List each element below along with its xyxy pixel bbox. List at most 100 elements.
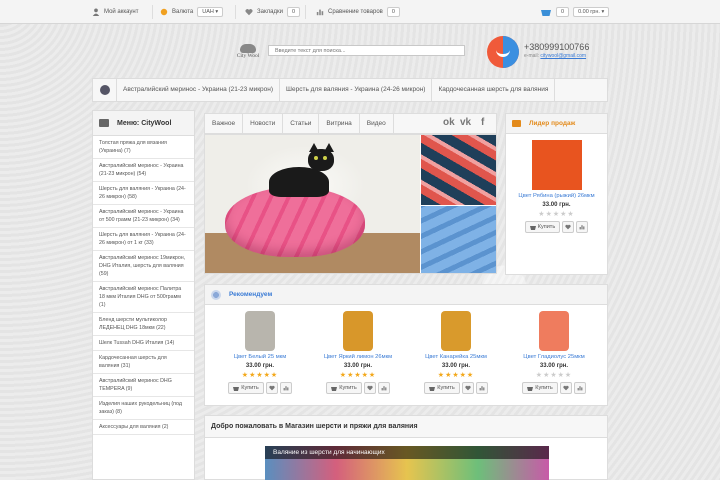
wishlist-button[interactable] — [363, 382, 376, 394]
product-price: 33.00 грн. — [343, 363, 373, 369]
bookmarks-label: Закладки — [257, 9, 283, 15]
product-image[interactable] — [531, 140, 582, 190]
tab-video[interactable]: Видео — [360, 114, 394, 133]
sidebar-item[interactable]: Австралийский меринос - Украина (21-23 м… — [93, 159, 194, 182]
buy-button[interactable]: Купить — [228, 382, 264, 394]
video-title: Валяние из шерсти для начинающих — [265, 446, 549, 459]
chart-icon — [579, 225, 585, 230]
knit-basket-shape — [225, 187, 365, 257]
category-link[interactable]: Кардочесанная шерсть для валяния — [432, 79, 556, 101]
compare-button[interactable] — [279, 382, 292, 394]
buy-button[interactable]: Купить — [524, 221, 561, 233]
email-line: e-mail: citywool@gmail.com — [524, 53, 586, 59]
currency-selector[interactable]: Валюта UAH ▾ — [160, 6, 224, 18]
compare-button[interactable] — [377, 382, 390, 394]
facebook-icon[interactable]: f — [481, 117, 484, 128]
cart-count: 0 — [556, 7, 570, 17]
compare-button[interactable] — [573, 382, 586, 394]
tab-showcase[interactable]: Витрина — [319, 114, 360, 133]
sidebar-item[interactable]: Шерсть для валяния - Украина (24-26 микр… — [93, 182, 194, 205]
image-slider[interactable] — [204, 134, 497, 274]
logo-text: City Wool — [236, 53, 260, 59]
category-link[interactable]: Шерсть для валяния - Украина (24-26 микр… — [280, 79, 433, 101]
product-name[interactable]: Цвет Канарейка 25мкм — [408, 354, 504, 360]
heart-icon — [245, 9, 253, 16]
product-price: 33.00 грн. — [441, 363, 471, 369]
sidebar-item[interactable]: Австралийский меринос Палитра 18 мкм Ита… — [93, 282, 194, 313]
cart-icon — [331, 386, 338, 391]
email-label: e-mail: — [524, 53, 540, 59]
buy-button[interactable]: Купить — [424, 382, 460, 394]
buy-button[interactable]: Купить — [522, 382, 558, 394]
bestseller-header: Лидер продаж — [506, 114, 607, 134]
top-bar: Мой аккаунт Валюта UAH ▾ Закладки 0 Срав… — [0, 0, 720, 24]
phone-number[interactable]: +380999100766 — [524, 42, 589, 52]
sidebar-item[interactable]: Шелк Tussah DHG Италия (14) — [93, 336, 194, 351]
compare-button[interactable] — [576, 221, 589, 233]
category-link[interactable]: Австралийский меринос - Украина (21-23 м… — [117, 79, 281, 101]
account-link[interactable]: Мой аккаунт — [92, 6, 138, 18]
recommended-title: Рекомендуем — [229, 291, 273, 298]
product-name[interactable]: Цвет Белый 25 мкм — [212, 354, 308, 360]
wishlist-button[interactable] — [559, 382, 572, 394]
sidebar-item[interactable]: Изделия наших рукодельниц (под заказ) (8… — [93, 397, 194, 420]
bookmarks-link[interactable]: Закладки 0 — [245, 6, 301, 18]
heart-icon — [367, 385, 373, 391]
heart-icon — [563, 385, 569, 391]
tab-important[interactable]: Важное — [205, 114, 244, 133]
wishlist-button[interactable] — [562, 221, 575, 233]
product-name[interactable]: Цвет Яркий лимон 26мкм — [310, 354, 406, 360]
product-name[interactable]: Цвет Гладиолус 25мкм — [506, 354, 602, 360]
wishlist-button[interactable] — [265, 382, 278, 394]
product-image[interactable] — [539, 311, 569, 351]
tab-news[interactable]: Новости — [243, 114, 284, 133]
sidebar-title: Меню: CityWool — [117, 119, 172, 127]
cart-icon — [512, 120, 521, 127]
chart-icon — [577, 386, 583, 391]
buy-button[interactable]: Купить — [326, 382, 362, 394]
site-logo[interactable]: City Wool — [233, 44, 263, 64]
welcome-title: Добро пожаловать в Магазин шерсти и пряж… — [205, 416, 607, 438]
badge-icon — [211, 289, 221, 300]
heart-icon — [465, 385, 471, 391]
sidebar-item[interactable]: Аксессуары для валяния (2) — [93, 420, 194, 435]
sidebar-item[interactable]: Кардочесанная шерсть для валяния (31) — [93, 351, 194, 374]
product-image[interactable] — [343, 311, 373, 351]
email-link[interactable]: citywool@gmail.com — [540, 53, 586, 59]
sidebar-item[interactable]: Австралийский меринос 19микрон, DHG Итал… — [93, 251, 194, 282]
sidebar-item[interactable]: Бленд шерсти мультиколор ЛЕДЕНЕЦ DHG 18м… — [93, 313, 194, 336]
bookmarks-count: 0 — [286, 7, 301, 17]
welcome-section: Добро пожаловать в Магазин шерсти и пряж… — [204, 415, 608, 480]
buy-label: Купить — [339, 385, 357, 391]
product-image[interactable] — [441, 311, 471, 351]
product-image[interactable] — [245, 311, 275, 351]
home-button[interactable] — [93, 79, 117, 101]
video-player[interactable]: Валяние из шерсти для начинающих — [265, 446, 549, 480]
coin-icon — [160, 8, 168, 16]
heart-icon — [565, 224, 571, 230]
currency-code: UAH — [202, 9, 214, 15]
odnoklassniki-icon[interactable]: ok — [443, 117, 455, 128]
product-price: 33.00 грн. — [542, 202, 571, 208]
vk-icon[interactable]: vk — [460, 117, 471, 128]
product-name[interactable]: Цвет Рябина (рыжий) 26мкм — [506, 193, 607, 199]
cart-icon — [527, 386, 534, 391]
sidebar-item[interactable]: Толстая пряжа для вязания (Украина) (7) — [93, 136, 194, 159]
basket-icon — [541, 10, 551, 16]
sidebar-item[interactable]: Австралийский меринос DHG TEMPERA (9) — [93, 374, 194, 397]
chart-icon — [479, 386, 485, 391]
tab-articles[interactable]: Статьи — [283, 114, 320, 133]
cart-widget[interactable]: 0 0.00 грн. ▾ — [540, 6, 610, 18]
rating-stars: ★★★★★ — [538, 211, 575, 218]
compare-count: 0 — [386, 7, 400, 17]
account-label: Мой аккаунт — [104, 9, 139, 15]
cart-total-value: 0.00 грн. — [578, 9, 600, 15]
chart-icon — [316, 9, 324, 16]
compare-link[interactable]: Сравнение товаров 0 — [316, 6, 400, 18]
sidebar-item[interactable]: Шерсть для валяния - Украина (24-26 микр… — [93, 228, 194, 251]
currency-value[interactable]: UAH ▾ — [197, 7, 224, 17]
wishlist-button[interactable] — [461, 382, 474, 394]
search-input[interactable] — [268, 45, 465, 56]
sidebar-item[interactable]: Австралийский меринос - Украина от 500 г… — [93, 205, 194, 228]
compare-button[interactable] — [475, 382, 488, 394]
